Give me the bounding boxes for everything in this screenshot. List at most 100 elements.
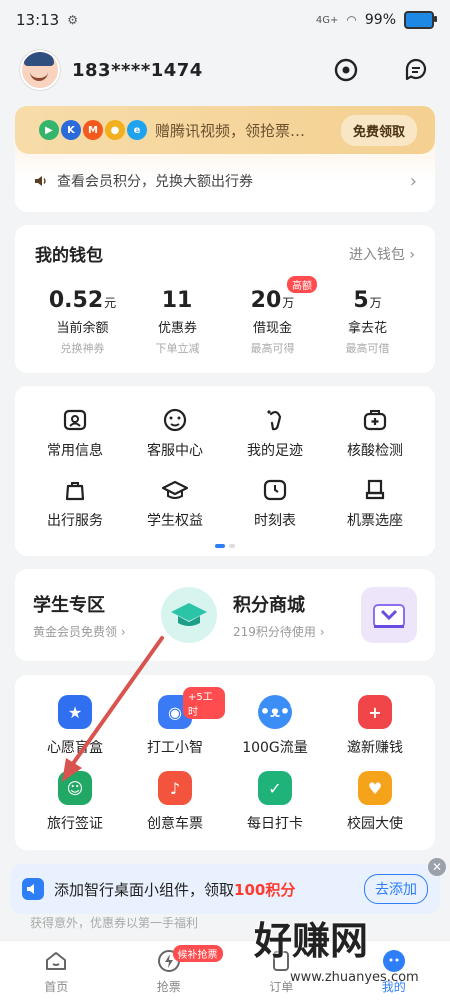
service-label: 客服中心: [147, 440, 203, 460]
eleme-logo-icon: e: [127, 120, 147, 140]
target-icon: [333, 57, 359, 83]
speaker-icon: [33, 173, 49, 189]
feature-label: 100G流量: [242, 737, 308, 757]
checkin-icon: ✓: [258, 771, 292, 805]
watermark-url: www.zhuanyes.com: [290, 970, 419, 985]
student-zone[interactable]: 学生专区 黄金会员免费领 ›: [25, 569, 225, 661]
passport-icon: ☺: [58, 771, 92, 805]
close-icon[interactable]: ✕: [428, 858, 446, 876]
zone-sub: 219积分待使用 ›: [233, 623, 325, 640]
ticket-icon: ♪: [158, 771, 192, 805]
services-grid-card: 常用信息 客服中心 我的足迹 核酸检测 出行服务 学生权益 时刻表 机票选座: [15, 386, 435, 556]
service-travel[interactable]: 出行服务: [25, 476, 125, 530]
tab-label: 抢票: [157, 978, 181, 995]
zone-sub: 黄金会员免费领 ›: [33, 623, 126, 640]
watermark-text: 好赚网: [254, 910, 368, 965]
stat-label: 借现金: [225, 317, 320, 336]
scan-settings-button[interactable]: [332, 56, 360, 84]
chat-icon: [403, 57, 429, 83]
loan-stat[interactable]: 高额 20万 借现金 最高可得: [225, 288, 320, 356]
stat-label: 优惠券: [130, 317, 225, 336]
message-button[interactable]: [402, 56, 430, 84]
feature-data-plan[interactable]: ʕ•ᴥ•ʔ 100G流量: [225, 695, 325, 757]
stat-sub: 最高可借: [320, 340, 415, 356]
headset-icon: [161, 406, 189, 434]
service-covid-test[interactable]: 核酸检测: [325, 406, 425, 460]
service-customer-center[interactable]: 客服中心: [125, 406, 225, 460]
service-footprint[interactable]: 我的足迹: [225, 406, 325, 460]
speaker-icon: [22, 878, 44, 900]
battery-percent: 99%: [365, 12, 396, 28]
profile-header: 183****1474: [0, 40, 450, 100]
feature-daily-checkin[interactable]: ✓ 每日打卡: [225, 771, 325, 833]
graduation-cap-icon: [161, 587, 217, 643]
clock-icon: [261, 476, 289, 504]
service-label: 常用信息: [47, 440, 103, 460]
avatar[interactable]: [20, 50, 60, 90]
footprint-icon: [261, 406, 289, 434]
enter-wallet-link[interactable]: 进入钱包 ›: [349, 244, 415, 264]
feature-label: 每日打卡: [247, 813, 303, 833]
id-card-icon: [61, 406, 89, 434]
stat-label: 当前余额: [35, 317, 130, 336]
feature-invite-earn[interactable]: + 邀新赚钱: [325, 695, 425, 757]
service-label: 出行服务: [47, 510, 103, 530]
points-mall[interactable]: 积分商城 219积分待使用 ›: [225, 569, 425, 661]
status-time: 13:13: [16, 11, 59, 29]
page-dot: [229, 544, 235, 548]
stat-label: 拿去花: [320, 317, 415, 336]
feature-work-helper[interactable]: +5工时 ◉ 打工小智: [125, 695, 225, 757]
feature-campus-ambassador[interactable]: ♥ 校园大使: [325, 771, 425, 833]
status-bar: 13:13 ⚙ 4G+ ◠ 99%: [0, 0, 450, 40]
stat-unit: 万: [282, 296, 294, 310]
feature-label: 校园大使: [347, 813, 403, 833]
service-flight-seat[interactable]: 机票选座: [325, 476, 425, 530]
service-student-rights[interactable]: 学生权益: [125, 476, 225, 530]
service-label: 时刻表: [254, 510, 296, 530]
stat-unit: 元: [104, 296, 116, 310]
stat-unit: 万: [370, 296, 382, 310]
feature-label: 旅行签证: [47, 813, 103, 833]
stat-sub: 下单立减: [130, 340, 225, 356]
tencent-video-logo-icon: ▶: [39, 120, 59, 140]
member-points-row[interactable]: 查看会员积分，兑换大额出行券 ›: [15, 154, 435, 208]
wifi-icon: ◠: [346, 13, 356, 27]
red-envelope-icon: +: [358, 695, 392, 729]
kugou-logo-icon: K: [61, 120, 81, 140]
credit-stat[interactable]: 5万 拿去花 最高可借: [320, 288, 415, 356]
iqiyi-logo-icon: ●: [105, 120, 125, 140]
feature-travel-visa[interactable]: ☺ 旅行签证: [25, 771, 125, 833]
chevron-right-icon: ›: [410, 171, 417, 192]
wallet-title: 我的钱包: [35, 241, 103, 266]
balance-stat[interactable]: 0.52元 当前余额 兑换神券: [35, 288, 130, 356]
feature-label: 创意车票: [147, 813, 203, 833]
feature-wish-box[interactable]: ★ 心愿盲盒: [25, 695, 125, 757]
stat-value: 11: [162, 288, 193, 313]
feature-creative-ticket[interactable]: ♪ 创意车票: [125, 771, 225, 833]
waitlist-badge: 候补抢票: [173, 945, 223, 962]
seat-icon: [361, 476, 389, 504]
phone-number[interactable]: 183****1474: [72, 60, 203, 81]
page-indicator: [215, 544, 235, 548]
coupon-stat[interactable]: 11 优惠券 下单立减: [130, 288, 225, 356]
promo-text: 赠腾讯视频，领抢票…: [155, 120, 333, 141]
tab-label: 首页: [44, 978, 68, 995]
graduation-cap-icon: [161, 476, 189, 504]
membership-promo-card: ▶ K M ● e 赠腾讯视频，领抢票… 免费领取 查看会员积分，兑换大额出行券…: [15, 106, 435, 212]
service-common-info[interactable]: 常用信息: [25, 406, 125, 460]
bear-icon: ʕ•ᴥ•ʔ: [258, 695, 292, 729]
tab-grab-ticket[interactable]: 候补抢票 抢票: [113, 941, 226, 1001]
stat-value: 0.52: [49, 288, 103, 313]
site-watermark: 好赚网 www.zhuanyes.com: [250, 890, 440, 1000]
service-label: 机票选座: [347, 510, 403, 530]
service-label: 学生权益: [147, 510, 203, 530]
enter-wallet-label: 进入钱包: [349, 247, 405, 263]
service-timetable[interactable]: 时刻表: [225, 476, 325, 530]
work-hours-badge: +5工时: [183, 687, 225, 719]
tab-home[interactable]: 首页: [0, 941, 113, 1001]
video-promo-banner[interactable]: ▶ K M ● e 赠腾讯视频，领抢票… 免费领取: [15, 106, 435, 154]
service-label: 核酸检测: [347, 440, 403, 460]
zones-card: 学生专区 黄金会员免费领 › 积分商城 219积分待使用 ›: [15, 569, 435, 661]
features-grid-card: ★ 心愿盲盒 +5工时 ◉ 打工小智 ʕ•ᴥ•ʔ 100G流量 + 邀新赚钱 ☺…: [15, 675, 435, 850]
free-claim-button[interactable]: 免费领取: [341, 115, 417, 146]
